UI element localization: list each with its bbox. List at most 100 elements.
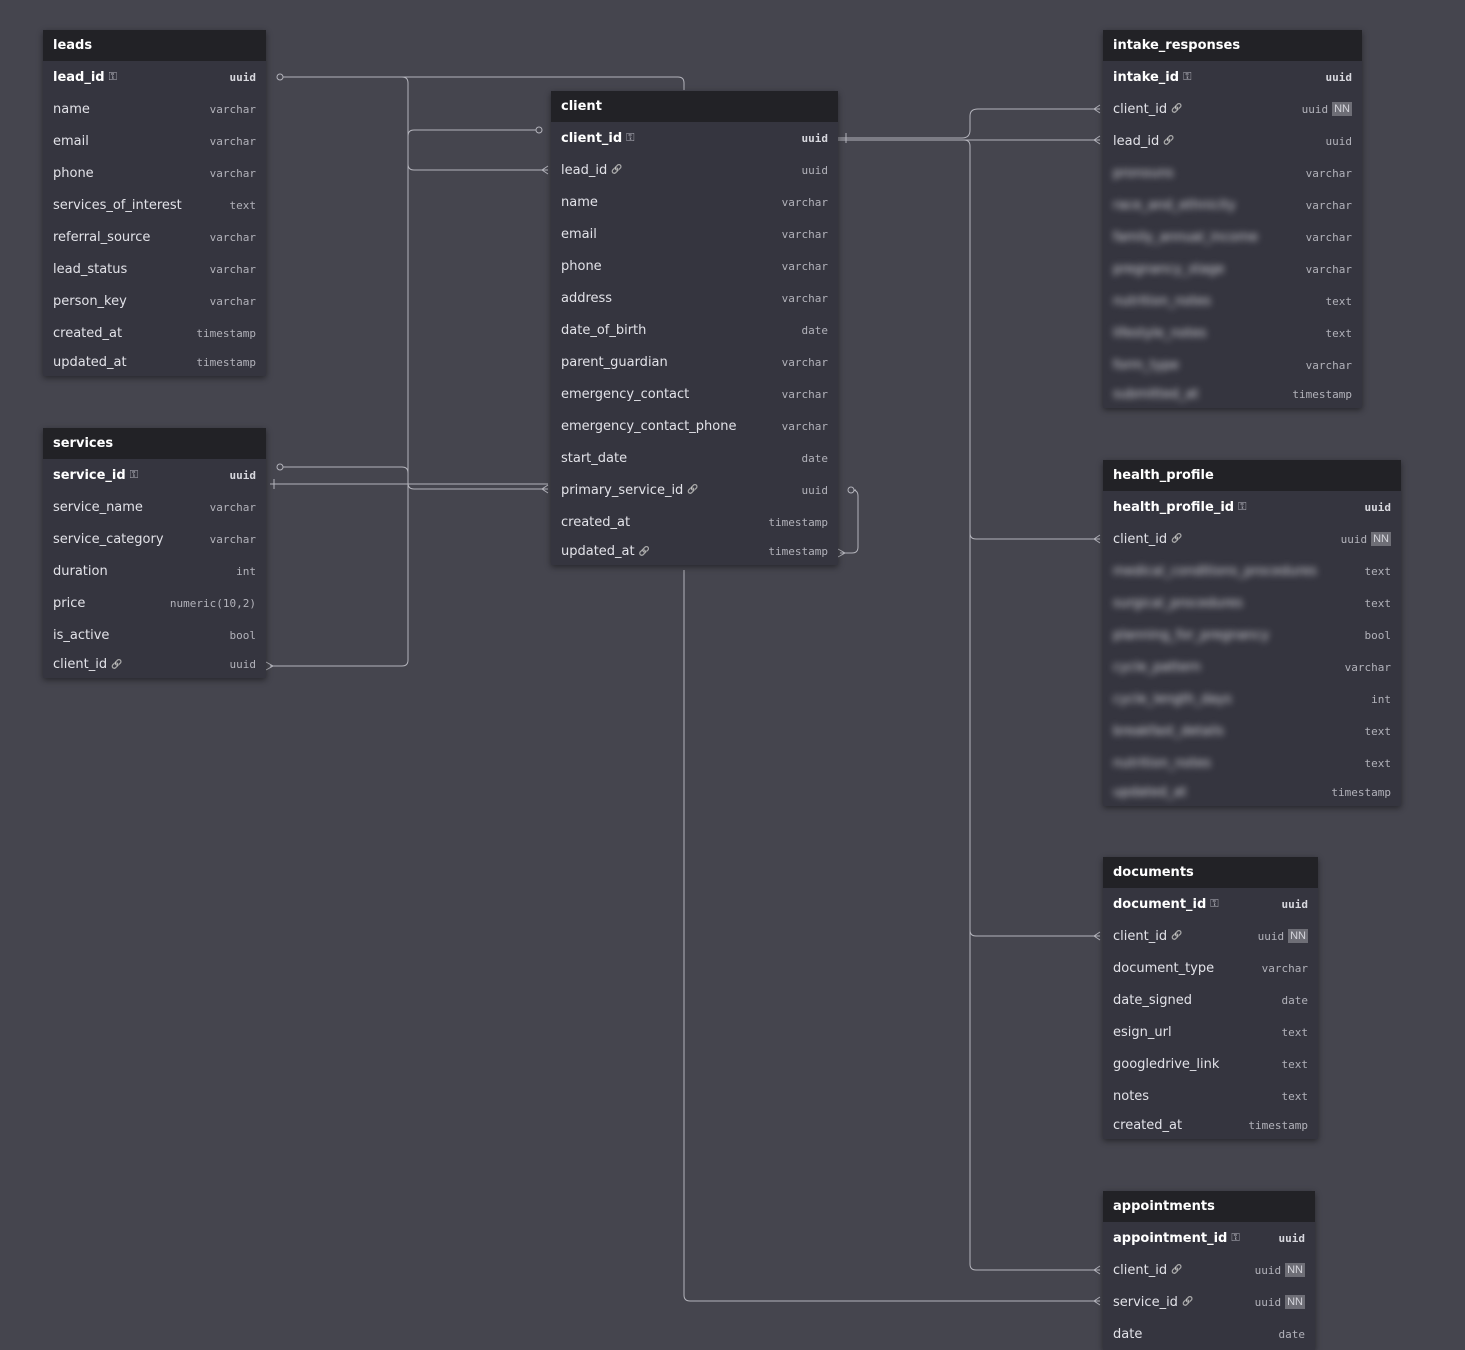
column-row[interactable]: date_signed date <box>1103 984 1318 1016</box>
column-row[interactable]: updated_at 🔗 timestamp <box>551 538 838 565</box>
column-row[interactable]: updated_at timestamp <box>1103 779 1401 806</box>
column-row[interactable]: created_at timestamp <box>551 506 838 538</box>
column-row[interactable]: lead_id ⚿ uuid <box>43 61 266 93</box>
table-leads[interactable]: leads lead_id ⚿ uuid name varchar email varchar… <box>43 30 266 376</box>
column-row[interactable]: emergency_contact_phone varchar <box>551 410 838 442</box>
table-header[interactable]: appointments <box>1103 1191 1315 1222</box>
column-row[interactable]: client_id 🔗 uuid <box>43 651 266 678</box>
column-name: start_date <box>561 451 627 466</box>
column-name-text: service_category <box>53 531 164 547</box>
column-name-text: nutrition_notes <box>1113 293 1211 309</box>
column-row[interactable]: email varchar <box>43 125 266 157</box>
column-row[interactable]: breakfast_details text <box>1103 715 1401 747</box>
column-row[interactable]: nutrition_notes text <box>1103 285 1362 317</box>
edge-client-intake <box>838 108 1100 139</box>
column-row[interactable]: person_key varchar <box>43 285 266 317</box>
column-row[interactable]: document_type varchar <box>1103 952 1318 984</box>
column-row[interactable]: date_of_birth date <box>551 314 838 346</box>
column-row[interactable]: is_active bool <box>43 619 266 651</box>
column-name-text: esign_url <box>1113 1024 1172 1040</box>
column-row[interactable]: pronouns varchar <box>1103 157 1362 189</box>
column-row[interactable]: service_category varchar <box>43 523 266 555</box>
column-type: uuid <box>230 71 257 84</box>
column-row[interactable]: googledrive_link text <box>1103 1048 1318 1080</box>
column-row[interactable]: cycle_length_days int <box>1103 683 1401 715</box>
column-row[interactable]: created_at timestamp <box>43 317 266 349</box>
table-header[interactable]: intake_responses <box>1103 30 1362 61</box>
table-intake-responses[interactable]: intake_responses intake_id ⚿ uuid client_id 🔗… <box>1103 30 1362 408</box>
column-row[interactable]: notes text <box>1103 1080 1318 1112</box>
column-row[interactable]: emergency_contact varchar <box>551 378 838 410</box>
column-row[interactable]: intake_id ⚿ uuid <box>1103 61 1362 93</box>
column-row[interactable]: phone varchar <box>551 250 838 282</box>
column-row[interactable]: name varchar <box>551 186 838 218</box>
column-row[interactable]: race_and_ethnicity varchar <box>1103 189 1362 221</box>
column-row[interactable]: service_id ⚿ uuid <box>43 459 266 491</box>
column-type: uuid NN <box>1302 102 1352 116</box>
column-row[interactable]: client_id 🔗 uuid NN <box>1103 1254 1315 1286</box>
column-name: client_id 🔗 <box>1113 102 1182 117</box>
table-header[interactable]: client <box>551 91 838 122</box>
column-type-text: uuid <box>1281 897 1309 911</box>
column-row[interactable]: primary_service_id 🔗 uuid <box>551 474 838 506</box>
column-type: date <box>1282 994 1309 1007</box>
table-health-profile[interactable]: health_profile health_profile_id ⚿ uuid clie… <box>1103 460 1401 806</box>
column-row[interactable]: nutrition_notes text <box>1103 747 1401 779</box>
column-row[interactable]: parent_guardian varchar <box>551 346 838 378</box>
table-client[interactable]: client client_id ⚿ uuid lead_id 🔗 uuid name varc… <box>551 91 838 565</box>
column-row[interactable]: phone varchar <box>43 157 266 189</box>
column-row[interactable]: medical_conditions_procedures text <box>1103 555 1401 587</box>
column-row[interactable]: lead_status varchar <box>43 253 266 285</box>
column-row[interactable]: lead_id 🔗 uuid <box>1103 125 1362 157</box>
column-row[interactable]: document_id ⚿ uuid <box>1103 888 1318 920</box>
table-appointments[interactable]: appointments appointment_id ⚿ uuid client_id… <box>1103 1191 1315 1350</box>
column-row[interactable]: start_date date <box>551 442 838 474</box>
column-row[interactable]: health_profile_id ⚿ uuid <box>1103 491 1401 523</box>
column-row[interactable]: pregnancy_stage varchar <box>1103 253 1362 285</box>
column-row[interactable]: lead_id 🔗 uuid <box>551 154 838 186</box>
column-type: uuid NN <box>1258 929 1308 943</box>
column-type-text: varchar <box>781 419 828 433</box>
column-name-text: duration <box>53 563 108 579</box>
column-type: varchar <box>1306 231 1352 244</box>
column-type: uuid NN <box>1255 1263 1305 1277</box>
column-row[interactable]: cycle_pattern varchar <box>1103 651 1401 683</box>
column-row[interactable]: planning_for_pregnancy bool <box>1103 619 1401 651</box>
table-header[interactable]: documents <box>1103 857 1318 888</box>
column-row[interactable]: price numeric(10,2) <box>43 587 266 619</box>
column-row[interactable]: appointment_id ⚿ uuid <box>1103 1222 1315 1254</box>
edge-marker-many <box>837 548 847 558</box>
column-type: varchar <box>782 260 828 273</box>
column-row[interactable]: email varchar <box>551 218 838 250</box>
column-row[interactable]: surgical_procedures text <box>1103 587 1401 619</box>
column-row[interactable]: created_at timestamp <box>1103 1112 1318 1139</box>
column-type-text: varchar <box>209 500 256 514</box>
table-header[interactable]: services <box>43 428 266 459</box>
column-type: uuid <box>802 132 829 145</box>
column-row[interactable]: duration int <box>43 555 266 587</box>
column-row[interactable]: esign_url text <box>1103 1016 1318 1048</box>
column-row[interactable]: lifestyle_notes text <box>1103 317 1362 349</box>
column-row[interactable]: family_annual_income varchar <box>1103 221 1362 253</box>
table-documents[interactable]: documents document_id ⚿ uuid client_id 🔗 uuid N… <box>1103 857 1318 1139</box>
column-row[interactable]: client_id 🔗 uuid NN <box>1103 523 1401 555</box>
column-row[interactable]: service_id 🔗 uuid NN <box>1103 1286 1315 1318</box>
column-type-text: timestamp <box>1292 388 1352 401</box>
column-row[interactable]: submitted_at timestamp <box>1103 381 1362 408</box>
edge-marker-zero <box>276 73 284 81</box>
column-row[interactable]: updated_at timestamp <box>43 349 266 376</box>
column-row[interactable]: client_id 🔗 uuid NN <box>1103 93 1362 125</box>
column-row[interactable]: services_of_interest text <box>43 189 266 221</box>
column-row[interactable]: address varchar <box>551 282 838 314</box>
table-header[interactable]: leads <box>43 30 266 61</box>
column-row[interactable]: form_type varchar <box>1103 349 1362 381</box>
column-row[interactable]: name varchar <box>43 93 266 125</box>
table-header[interactable]: health_profile <box>1103 460 1401 491</box>
table-services[interactable]: services service_id ⚿ uuid service_name varch… <box>43 428 266 678</box>
column-row[interactable]: date date <box>1103 1318 1315 1350</box>
column-row[interactable]: service_name varchar <box>43 491 266 523</box>
column-row[interactable]: referral_source varchar <box>43 221 266 253</box>
column-row[interactable]: client_id ⚿ uuid <box>551 122 838 154</box>
link-icon: 🔗 <box>1163 136 1175 146</box>
column-row[interactable]: client_id 🔗 uuid NN <box>1103 920 1318 952</box>
